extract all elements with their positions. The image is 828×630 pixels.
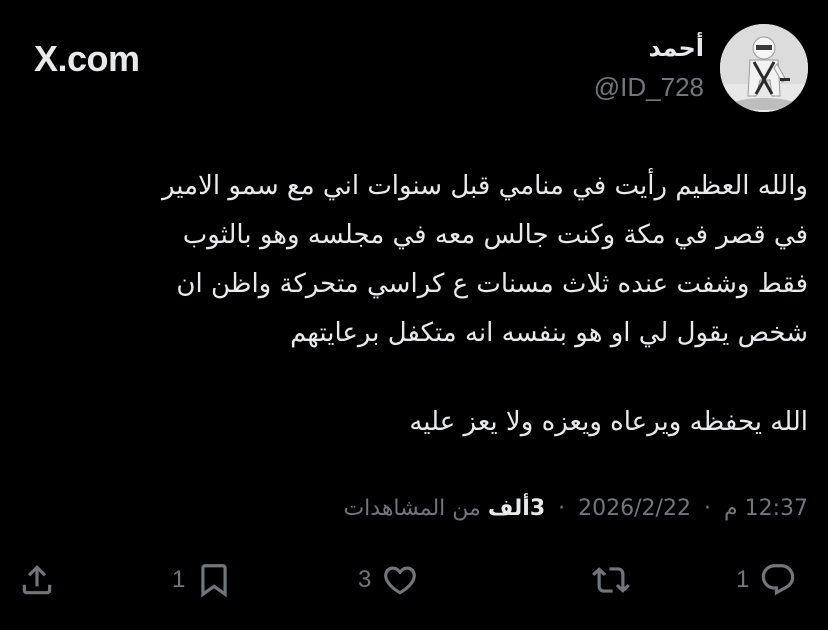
meta-separator: · bbox=[558, 496, 566, 521]
bookmark-count: 1 bbox=[172, 566, 186, 593]
action-bar: 1 3 1 bbox=[0, 556, 828, 604]
tweet-meta: 12:37 م · 2026/2/22 · 3ألف من المشاهدات bbox=[343, 496, 808, 521]
tweet-line: فقط وشفت عنده ثلاث مسنات ع كراسي متحركة … bbox=[176, 269, 808, 299]
repost-icon bbox=[592, 567, 630, 593]
repost-button[interactable] bbox=[582, 556, 630, 604]
like-icon bbox=[384, 566, 417, 595]
views-label: من المشاهدات bbox=[343, 496, 481, 521]
reply-icon bbox=[762, 564, 795, 596]
bookmark-icon bbox=[201, 564, 228, 598]
tweet-time[interactable]: 12:37 bbox=[745, 496, 808, 521]
avatar[interactable] bbox=[720, 24, 808, 112]
share-icon bbox=[22, 565, 52, 595]
user-handle[interactable]: @ID_728 bbox=[594, 70, 704, 104]
views-count[interactable]: 3ألف bbox=[488, 496, 545, 521]
tweet-text: والله العظيم رأيت في منامي قبل سنوات اني… bbox=[28, 162, 808, 447]
author-block[interactable]: أحمد @ID_728 bbox=[594, 30, 704, 104]
tweet-line: والله العظيم رأيت في منامي قبل سنوات اني… bbox=[161, 171, 808, 201]
avatar-image bbox=[720, 24, 808, 112]
bookmark-button[interactable]: 1 bbox=[172, 556, 233, 604]
display-name[interactable]: أحمد bbox=[594, 30, 704, 66]
tweet-closing-line: الله يحفظه ويرعاه ويعزه ولا يعز عليه bbox=[409, 407, 808, 437]
tweet-ampm: م bbox=[723, 496, 738, 521]
brand-watermark: X.com bbox=[34, 38, 140, 79]
meta-separator: · bbox=[703, 496, 711, 521]
tweet-line: شخص يقول لي او هو بنفسه انه متكفل برعايت… bbox=[290, 318, 808, 348]
reply-count: 1 bbox=[736, 566, 750, 593]
tweet-date[interactable]: 2026/2/22 bbox=[578, 496, 691, 521]
tweet-line: في قصر في مكة وكنت جالس معه في مجلسه وهو… bbox=[182, 220, 808, 250]
share-button[interactable] bbox=[18, 556, 56, 604]
tweet-card: X.com أحمد @ID_728 والله العظيم رأيت في … bbox=[0, 0, 828, 630]
reply-button[interactable]: 1 bbox=[736, 556, 797, 604]
like-button[interactable]: 3 bbox=[358, 556, 419, 604]
like-count: 3 bbox=[358, 566, 372, 593]
